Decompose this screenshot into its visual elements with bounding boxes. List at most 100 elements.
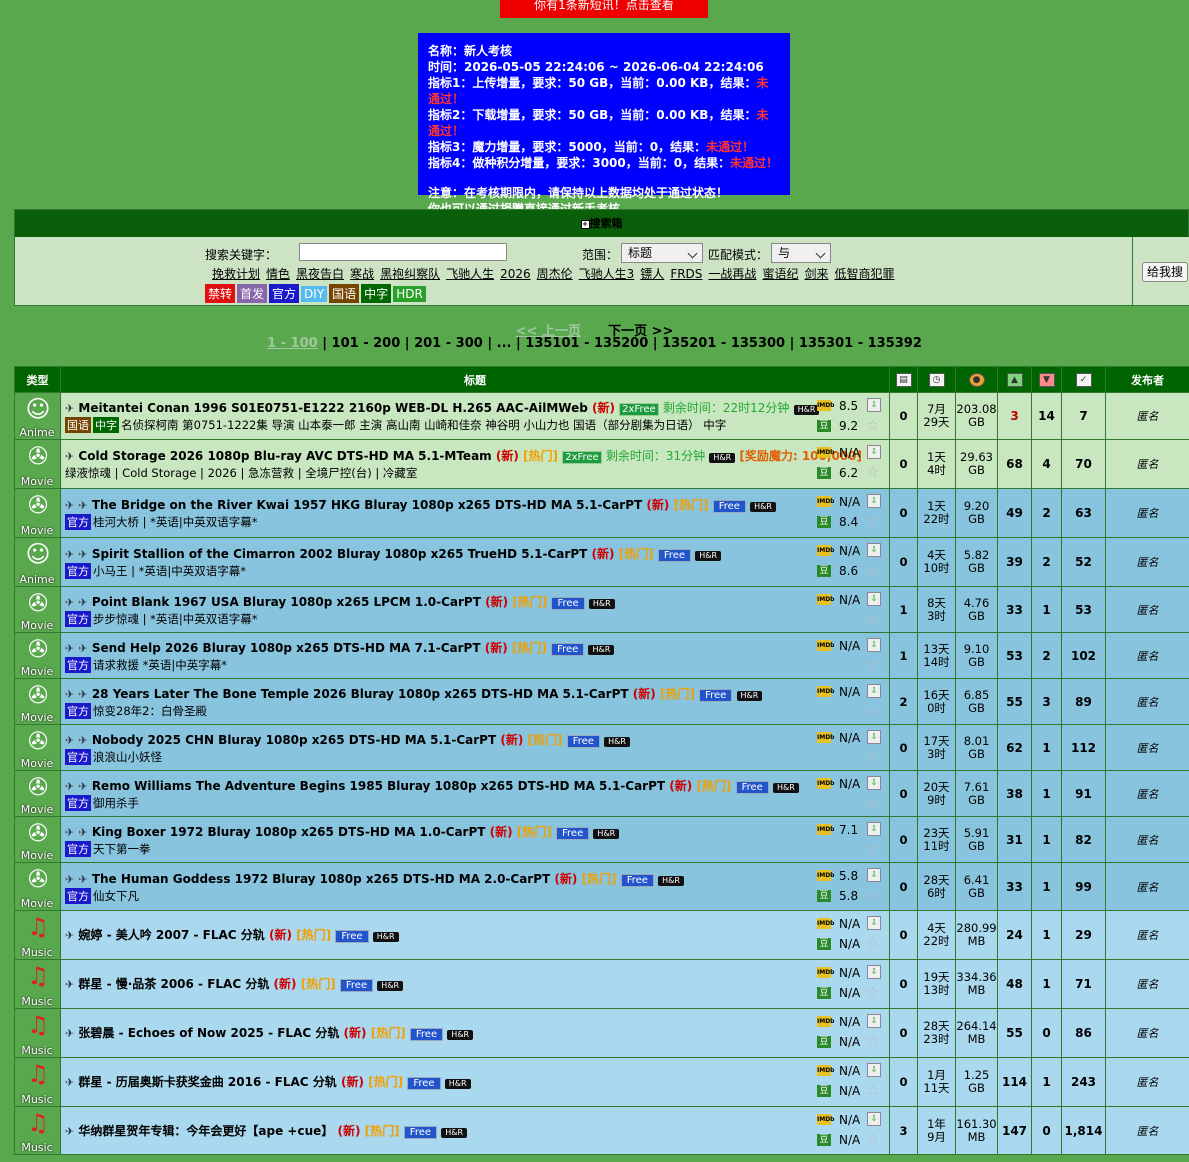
completed-count[interactable]: 71 xyxy=(1061,959,1106,1009)
leechers-count[interactable]: 14 xyxy=(1031,392,1062,440)
table-row[interactable]: ✇ Movie ✈ ✈ 28 Years Later The Bone Temple… xyxy=(14,678,1189,725)
hot-keyword[interactable]: 蜜语纪 xyxy=(762,267,798,281)
seeders-count[interactable]: 48 xyxy=(997,959,1032,1009)
bookmark-star-icon[interactable]: ☆ xyxy=(866,748,879,766)
hot-keyword[interactable]: 寒战 xyxy=(350,267,374,281)
download-icon[interactable]: ⇩ xyxy=(867,398,881,412)
torrent-title-link[interactable]: Point Blank 1967 USA Bluray 1080p x265 L… xyxy=(92,595,481,609)
bookmark-star-icon[interactable]: ☆ xyxy=(866,886,879,904)
comments-count[interactable]: 0 xyxy=(889,1057,918,1107)
col-age[interactable]: ◷ xyxy=(917,366,956,393)
completed-count[interactable]: 70 xyxy=(1061,439,1106,489)
torrent-title-link[interactable]: Nobody 2025 CHN Bluray 1080p x265 DTS-HD… xyxy=(92,733,496,747)
download-icon[interactable]: ⇩ xyxy=(867,494,881,508)
category-cell[interactable]: ✇ Movie xyxy=(14,488,61,538)
torrent-title-link[interactable]: Remo Williams The Adventure Begins 1985 … xyxy=(92,779,665,793)
download-icon[interactable]: ⇩ xyxy=(867,776,881,790)
comments-count[interactable]: 0 xyxy=(889,439,918,489)
leechers-count[interactable]: 1 xyxy=(1031,910,1062,960)
seeders-count[interactable]: 31 xyxy=(997,816,1032,863)
comments-count[interactable]: 1 xyxy=(889,632,918,679)
torrent-title-link[interactable]: 张碧晨 - Echoes of Now 2025 - FLAC 分轨 xyxy=(78,1026,339,1040)
table-row[interactable]: ♫ Music ✈ 婉婷 - 美人吟 2007 - FLAC 分轨 (新) [热门]… xyxy=(14,910,1189,960)
comments-count[interactable]: 0 xyxy=(889,724,918,771)
leechers-count[interactable]: 1 xyxy=(1031,1057,1062,1107)
comments-count[interactable]: 0 xyxy=(889,392,918,440)
seeders-count[interactable]: 114 xyxy=(997,1057,1032,1107)
category-cell[interactable]: ☺ Anime xyxy=(14,392,61,440)
table-row[interactable]: ✇ Movie ✈ ✈ King Boxer 1972 Bluray 1080p x… xyxy=(14,816,1189,863)
table-row[interactable]: ♫ Music ✈ 群星 - 慢·品茶 2006 - FLAC 分轨 (新) [热门… xyxy=(14,959,1189,1009)
table-row[interactable]: ♫ Music ✈ 华纳群星贺年专辑：今年会更好【ape +cue】 (新) [热门… xyxy=(14,1106,1189,1155)
table-row[interactable]: ☺ Anime ✈ ✈ Spirit Stallion of the Cimarro… xyxy=(14,537,1189,587)
seeders-count[interactable]: 49 xyxy=(997,488,1032,538)
tag-filter[interactable]: 官方 xyxy=(269,284,300,303)
leechers-count[interactable]: 0 xyxy=(1031,1008,1062,1058)
col-completed[interactable]: ✓ xyxy=(1061,366,1106,393)
completed-count[interactable]: 63 xyxy=(1061,488,1106,538)
comments-count[interactable]: 0 xyxy=(889,770,918,817)
mode-select[interactable]: 与 xyxy=(771,243,831,263)
completed-count[interactable]: 99 xyxy=(1061,862,1106,911)
category-cell[interactable]: ☺ Anime xyxy=(14,537,61,587)
col-type[interactable]: 类型 xyxy=(14,366,61,393)
download-icon[interactable]: ⇩ xyxy=(867,1014,881,1028)
leechers-count[interactable]: 1 xyxy=(1031,770,1062,817)
leechers-count[interactable]: 4 xyxy=(1031,439,1062,489)
scope-select[interactable]: 标题 xyxy=(621,243,703,263)
completed-count[interactable]: 29 xyxy=(1061,910,1106,960)
seeders-count[interactable]: 3 xyxy=(997,392,1032,440)
completed-count[interactable]: 91 xyxy=(1061,770,1106,817)
bookmark-star-icon[interactable]: ☆ xyxy=(866,840,879,858)
bookmark-star-icon[interactable]: ☆ xyxy=(866,416,879,434)
bookmark-star-icon[interactable]: ☆ xyxy=(866,512,879,530)
torrent-title-link[interactable]: Meitantei Conan 1996 S01E0751-E1222 2160… xyxy=(78,401,587,415)
hot-keyword[interactable]: 黑袍纠察队 xyxy=(380,267,440,281)
hot-keyword[interactable]: 飞驰人生3 xyxy=(579,267,635,281)
bookmark-star-icon[interactable]: ☆ xyxy=(866,794,879,812)
category-cell[interactable]: ♫ Music xyxy=(14,959,61,1009)
completed-count[interactable]: 102 xyxy=(1061,632,1106,679)
download-icon[interactable]: ⇩ xyxy=(867,730,881,744)
download-icon[interactable]: ⇩ xyxy=(867,445,881,459)
torrent-title-link[interactable]: The Bridge on the River Kwai 1957 HKG Bl… xyxy=(92,498,642,512)
table-row[interactable]: ✇ Movie ✈ ✈ Nobody 2025 CHN Bluray 1080p x… xyxy=(14,724,1189,771)
leechers-count[interactable]: 2 xyxy=(1031,488,1062,538)
category-cell[interactable]: ✇ Movie xyxy=(14,439,61,489)
search-box-toggle[interactable]: + 搜索箱 xyxy=(15,210,1188,237)
leechers-count[interactable]: 1 xyxy=(1031,724,1062,771)
torrent-title-link[interactable]: The Human Goddess 1972 Bluray 1080p x265… xyxy=(92,872,550,886)
search-input[interactable] xyxy=(299,243,507,261)
hot-keyword[interactable]: 剑来 xyxy=(804,267,828,281)
leechers-count[interactable]: 1 xyxy=(1031,586,1062,633)
tag-filter[interactable]: 首发 xyxy=(237,284,268,303)
col-seeders[interactable]: ▲ xyxy=(997,366,1032,393)
page-link[interactable]: 135201 - 135300 xyxy=(662,336,785,351)
table-row[interactable]: ✇ Movie ✈ ✈ Remo Williams The Adventure Be… xyxy=(14,770,1189,817)
torrent-title-link[interactable]: 群星 - 慢·品茶 2006 - FLAC 分轨 xyxy=(78,977,269,991)
leechers-count[interactable]: 2 xyxy=(1031,632,1062,679)
torrent-title-link[interactable]: Send Help 2026 Bluray 1080p x265 DTS-HD … xyxy=(92,641,481,655)
download-icon[interactable]: ⇩ xyxy=(867,1063,881,1077)
torrent-title-link[interactable]: 婉婷 - 美人吟 2007 - FLAC 分轨 xyxy=(78,928,264,942)
download-icon[interactable]: ⇩ xyxy=(867,1112,881,1126)
seeders-count[interactable]: 24 xyxy=(997,910,1032,960)
leechers-count[interactable]: 1 xyxy=(1031,816,1062,863)
completed-count[interactable]: 1,814 xyxy=(1061,1106,1106,1155)
seeders-count[interactable]: 147 xyxy=(997,1106,1032,1155)
bookmark-star-icon[interactable]: ☆ xyxy=(866,1032,879,1050)
table-row[interactable]: ♫ Music ✈ 张碧晨 - Echoes of Now 2025 - FLAC … xyxy=(14,1008,1189,1058)
hot-keyword[interactable]: 2026 xyxy=(500,267,531,281)
category-cell[interactable]: ✇ Movie xyxy=(14,816,61,863)
table-row[interactable]: ♫ Music ✈ 群星 - 历届奥斯卡获奖金曲 2016 - FLAC 分轨 (新… xyxy=(14,1057,1189,1107)
table-row[interactable]: ✇ Movie ✈ ✈ The Human Goddess 1972 Bluray … xyxy=(14,862,1189,911)
bookmark-star-icon[interactable]: ☆ xyxy=(866,610,879,628)
bookmark-star-icon[interactable]: ☆ xyxy=(866,934,879,952)
bookmark-star-icon[interactable]: ☆ xyxy=(866,463,879,481)
download-icon[interactable]: ⇩ xyxy=(867,543,881,557)
torrent-title-link[interactable]: Cold Storage 2026 1080p Blu-ray AVC DTS-… xyxy=(78,449,491,463)
completed-count[interactable]: 52 xyxy=(1061,537,1106,587)
torrent-title-link[interactable]: King Boxer 1972 Bluray 1080p x265 DTS-HD… xyxy=(92,825,486,839)
col-comments[interactable]: ▤ xyxy=(889,366,918,393)
completed-count[interactable]: 243 xyxy=(1061,1057,1106,1107)
